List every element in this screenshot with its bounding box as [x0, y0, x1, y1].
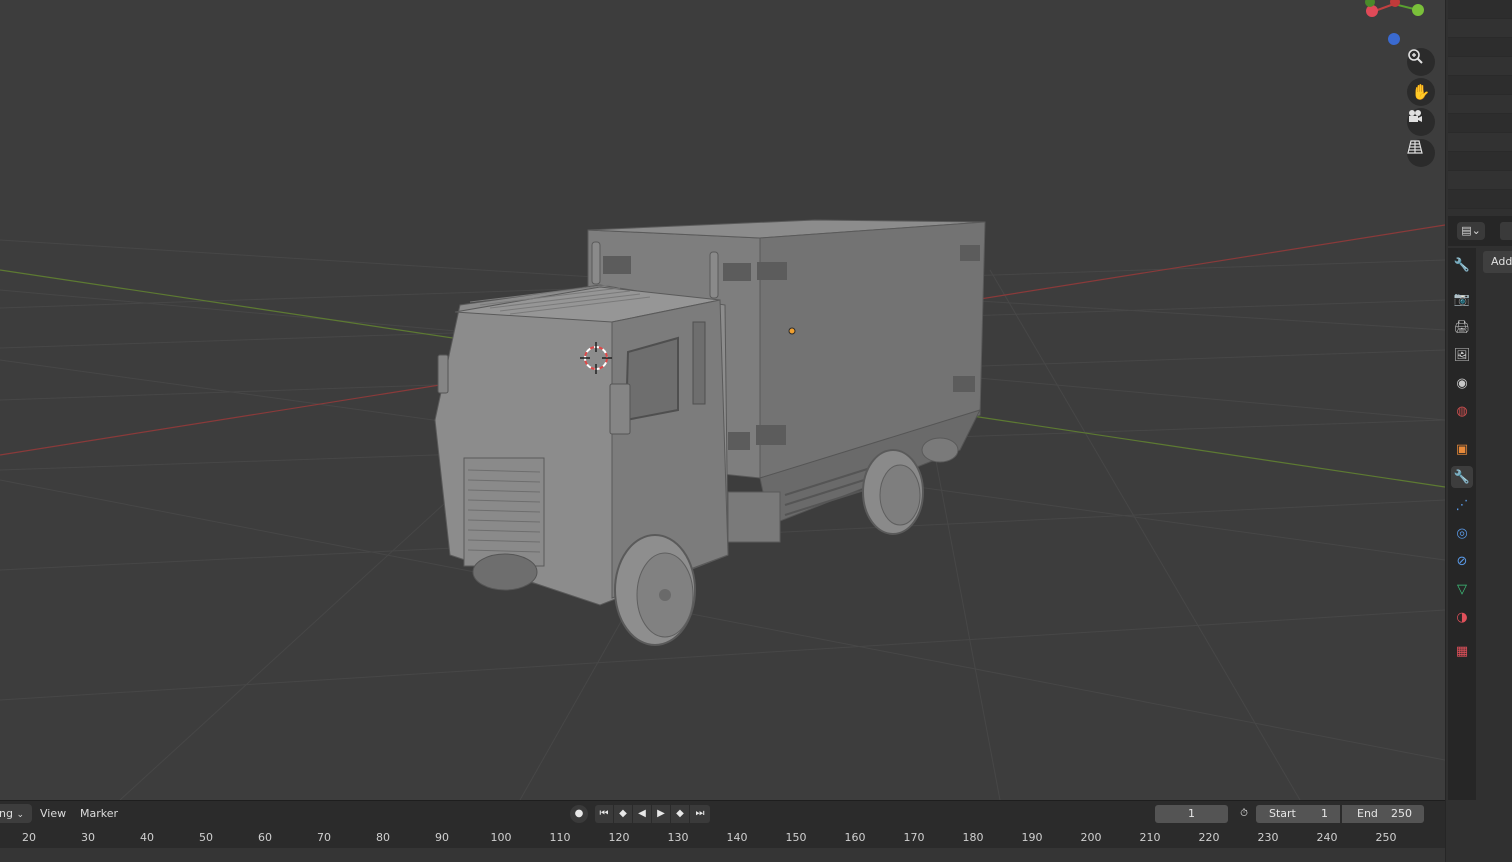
ruler-tick-label: 190 [1021, 831, 1043, 844]
jump-start-button[interactable]: ⏮ [595, 805, 613, 823]
jump-start-icon: ⏮ [599, 808, 609, 819]
prev-keyframe-icon: ◆ [619, 808, 627, 819]
physics-icon[interactable]: ◎ [1451, 522, 1473, 544]
viewport-canvas [0, 0, 1445, 800]
outliner[interactable] [1448, 0, 1512, 210]
view-menu[interactable]: View [40, 807, 66, 820]
ruler-tick-label: 140 [726, 831, 748, 844]
ruler-tick-label: 30 [81, 831, 95, 844]
ruler-tick-label: 90 [435, 831, 449, 844]
play-button[interactable]: ▶ [652, 805, 670, 823]
3d-viewport[interactable]: ✋ [0, 0, 1445, 800]
prev-keyframe-button[interactable]: ◆ [614, 805, 632, 823]
particles-icon[interactable]: ⋰ [1451, 494, 1473, 516]
ruler-tick-label: 250 [1375, 831, 1397, 844]
world-icon[interactable]: ◍ [1451, 400, 1473, 422]
stopwatch-icon[interactable]: ⏱ [1235, 805, 1253, 823]
record-icon: ● [574, 808, 584, 819]
properties-tabs: 🔧 📷 🖨 🖼 ◉ ◍ ▣ 🔧 ⋰ ◎ ⊘ ▽ ◑ ▦ [1448, 248, 1476, 800]
navigation-gizmo[interactable] [1365, 0, 1424, 45]
camera-icon[interactable] [1407, 108, 1435, 136]
properties-option-button[interactable] [1500, 222, 1512, 240]
ruler-tick-label: 240 [1316, 831, 1338, 844]
ruler-tick-label: 50 [199, 831, 213, 844]
data-icon[interactable]: ▽ [1451, 578, 1473, 600]
ruler-tick-label: 60 [258, 831, 272, 844]
play-icon: ▶ [657, 808, 665, 819]
zoom-icon[interactable] [1407, 48, 1435, 76]
start-frame-field[interactable]: Start 1 [1256, 805, 1340, 823]
object-origin-dot [788, 327, 796, 335]
ruler-tick-label: 160 [844, 831, 866, 844]
texture-icon[interactable]: ▦ [1451, 640, 1473, 662]
end-frame-field[interactable]: End 250 [1342, 805, 1424, 823]
scene-icon[interactable]: ◉ [1451, 372, 1473, 394]
output-icon[interactable]: 🖨 [1451, 316, 1473, 338]
playback-mode-label: ing [0, 807, 14, 820]
timeline-right-area [1445, 800, 1512, 862]
material-icon[interactable]: ◑ [1451, 606, 1473, 628]
play-reverse-button[interactable]: ◀ [633, 805, 651, 823]
chevron-down-icon: ⌄ [16, 810, 25, 820]
ruler-tick-label: 40 [140, 831, 154, 844]
tool-icon[interactable]: 🔧 [1451, 254, 1473, 276]
ruler-tick-label: 80 [376, 831, 390, 844]
properties-main [1478, 248, 1512, 800]
editor-type-dropdown[interactable]: ▤⌄ [1457, 222, 1485, 240]
jump-end-button[interactable]: ⏭ [690, 805, 710, 823]
ruler-tick-label: 210 [1139, 831, 1161, 844]
end-label: End [1357, 807, 1378, 820]
timeline-ruler[interactable]: 20 30 40 50 60 70 80 90 100 110 120 130 140 150 160 170… [0, 828, 1445, 848]
ruler-tick-label: 180 [962, 831, 984, 844]
ruler-tick-label: 20 [22, 831, 36, 844]
add-modifier-button[interactable]: Add [1483, 251, 1512, 273]
constraints-icon[interactable]: ⊘ [1451, 550, 1473, 572]
playback-mode-dropdown[interactable]: ing ⌄ [0, 804, 32, 823]
ruler-tick-label: 230 [1257, 831, 1279, 844]
ruler-tick-label: 170 [903, 831, 925, 844]
ruler-tick-label: 220 [1198, 831, 1220, 844]
timeline-track-area[interactable] [0, 848, 1445, 862]
ruler-tick-label: 200 [1080, 831, 1102, 844]
start-value: 1 [1321, 807, 1328, 820]
grid-projection-icon[interactable] [1407, 139, 1435, 167]
next-keyframe-button[interactable]: ◆ [671, 805, 689, 823]
render-icon[interactable]: 📷 [1451, 288, 1473, 310]
ruler-tick-label: 110 [549, 831, 571, 844]
jump-end-icon: ⏭ [695, 808, 705, 819]
marker-menu[interactable]: Marker [80, 807, 118, 820]
hand-pan-icon[interactable]: ✋ [1407, 78, 1435, 106]
next-keyframe-icon: ◆ [676, 808, 684, 819]
start-label: Start [1269, 807, 1296, 820]
end-value: 250 [1391, 807, 1412, 820]
ruler-tick-label: 150 [785, 831, 807, 844]
ruler-tick-label: 130 [667, 831, 689, 844]
ruler-tick-label: 100 [490, 831, 512, 844]
timeline-header [0, 800, 1445, 829]
record-button[interactable]: ● [570, 805, 588, 823]
ruler-tick-label: 120 [608, 831, 630, 844]
object-icon[interactable]: ▣ [1451, 438, 1473, 460]
current-frame-field[interactable]: 1 [1155, 805, 1228, 823]
modifier-icon[interactable]: 🔧 [1451, 466, 1473, 488]
view-layer-icon[interactable]: 🖼 [1451, 344, 1473, 366]
play-reverse-icon: ◀ [638, 808, 646, 819]
ruler-tick-label: 70 [317, 831, 331, 844]
truck-model[interactable] [434, 219, 986, 646]
